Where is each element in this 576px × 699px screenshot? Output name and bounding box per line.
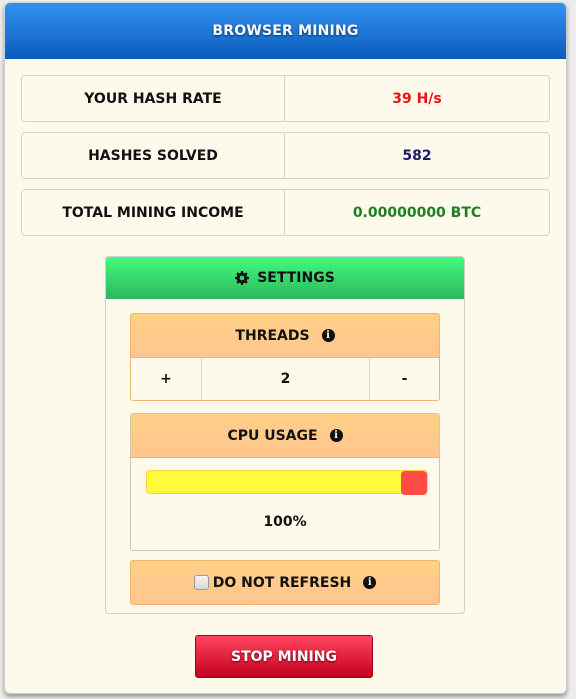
hashes-solved-value: 582	[402, 147, 432, 164]
threads-value: 2	[202, 358, 370, 400]
stop-mining-label: STOP MINING	[231, 648, 337, 665]
stop-mining-button[interactable]: STOP MINING	[195, 635, 373, 678]
total-income-value: 0.00000000 BTC	[352, 204, 482, 221]
threads-increase-button[interactable]: +	[131, 358, 202, 400]
do-not-refresh-checkbox[interactable]	[193, 575, 209, 590]
stat-label: YOUR HASH RATE	[22, 76, 285, 121]
cpu-usage-label: CPU USAGE	[227, 427, 318, 444]
threads-box: THREADS i + 2 -	[130, 313, 440, 401]
cpu-usage-slider-handle[interactable]	[401, 471, 427, 495]
cpu-usage-body: 100%	[131, 457, 439, 550]
stat-row-total-income: TOTAL MINING INCOME 0.00000000 BTC	[21, 189, 550, 236]
hash-rate-value: 39 H/s	[392, 90, 442, 107]
stat-row-hash-rate: YOUR HASH RATE 39 H/s	[21, 75, 550, 122]
panel-header: BROWSER MINING	[5, 3, 566, 59]
stat-row-hashes-solved: HASHES SOLVED 582	[21, 132, 550, 179]
threads-header: THREADS i	[131, 314, 439, 357]
stat-label: HASHES SOLVED	[22, 133, 285, 178]
do-not-refresh-row: DO NOT REFRESH i	[131, 561, 439, 604]
browser-mining-panel: BROWSER MINING YOUR HASH RATE 39 H/s HAS…	[4, 2, 567, 694]
settings-title: SETTINGS	[257, 270, 335, 286]
threads-controls: + 2 -	[131, 357, 439, 400]
settings-panel: SETTINGS THREADS i + 2 - CPU USAGE i 100…	[105, 256, 465, 614]
info-icon[interactable]: i	[363, 576, 377, 589]
info-icon[interactable]: i	[321, 329, 335, 342]
threads-label: THREADS	[235, 327, 310, 344]
threads-decrease-button[interactable]: -	[370, 358, 439, 400]
do-not-refresh-box: DO NOT REFRESH i	[130, 560, 440, 605]
cpu-usage-slider[interactable]	[146, 470, 428, 495]
panel-title: BROWSER MINING	[212, 23, 359, 39]
cpu-usage-percent: 100%	[263, 514, 307, 530]
info-icon[interactable]: i	[329, 429, 343, 442]
do-not-refresh-label[interactable]: DO NOT REFRESH	[213, 575, 352, 591]
settings-header: SETTINGS	[106, 257, 464, 299]
cpu-usage-box: CPU USAGE i 100%	[130, 413, 440, 551]
stat-label: TOTAL MINING INCOME	[22, 190, 285, 235]
cpu-usage-header: CPU USAGE i	[131, 414, 439, 457]
gear-icon	[235, 271, 250, 285]
